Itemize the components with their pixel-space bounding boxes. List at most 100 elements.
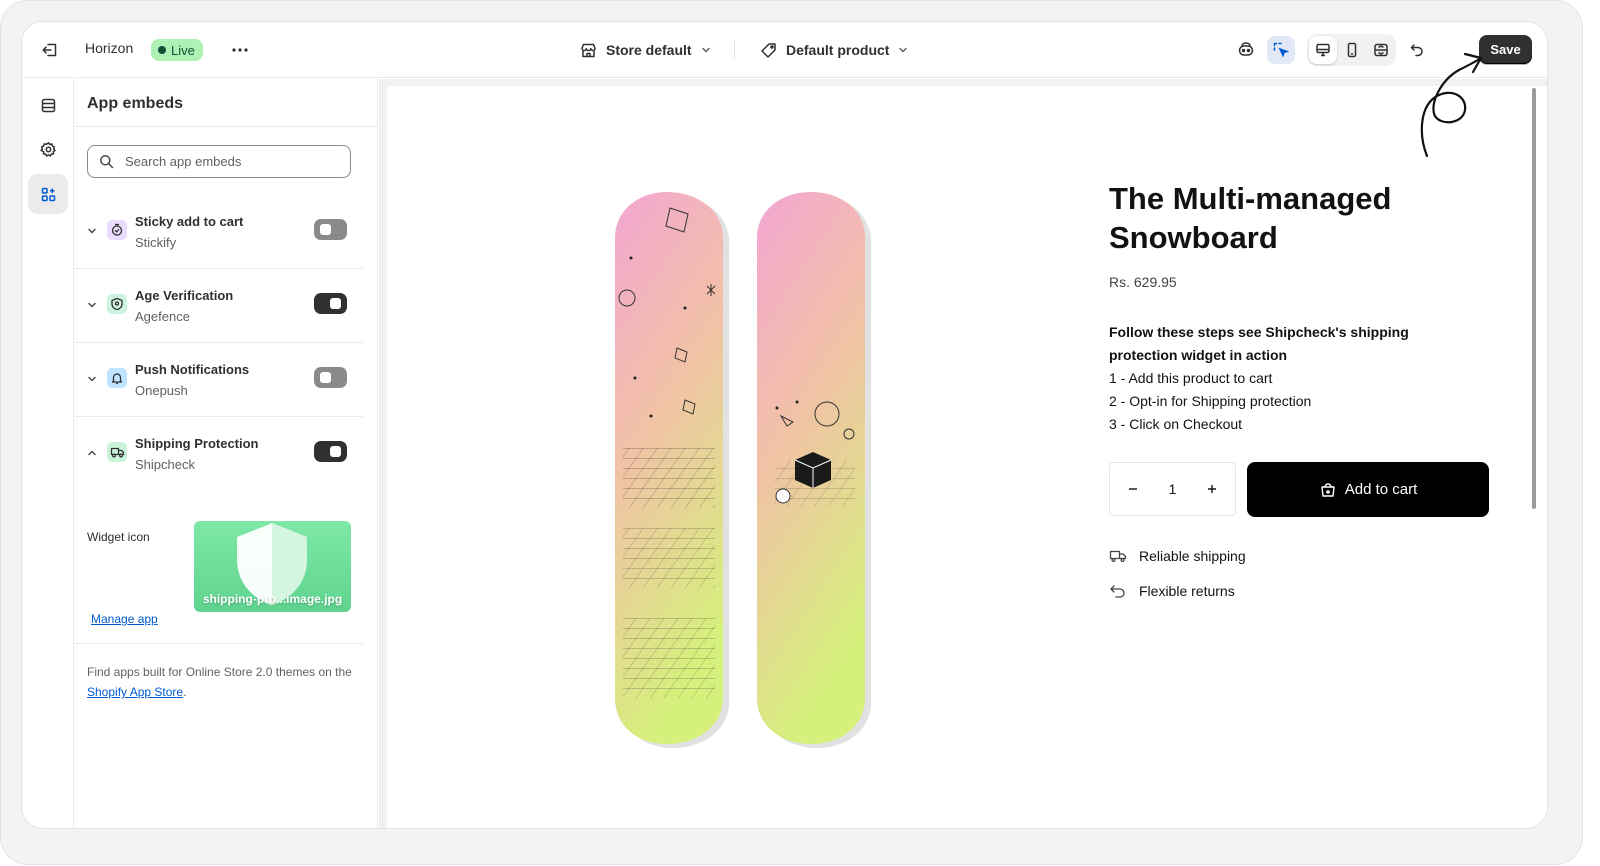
embed-row-shipping-protection[interactable]: Shipping Protection Shipcheck (74, 417, 363, 491)
embed-app-name: Shipcheck (135, 457, 195, 472)
embed-row-sticky-add-to-cart[interactable]: Sticky add to cart Stickify (74, 195, 363, 269)
store-selector[interactable]: Store default (580, 36, 721, 64)
feature-reliable-shipping: Reliable shipping (1109, 548, 1246, 564)
embed-app-name: Agefence (135, 309, 190, 324)
embed-toggle[interactable] (314, 441, 347, 462)
description-step: 1 - Add this product to cart (1109, 370, 1273, 386)
embed-name: Sticky add to cart (135, 214, 244, 229)
exit-icon (42, 43, 57, 57)
cursor-select-icon (1273, 42, 1290, 58)
panel-title: App embeds (87, 95, 184, 112)
toggle-knob (320, 372, 331, 383)
truck-icon (110, 447, 124, 458)
manage-app-link[interactable]: Manage app (91, 612, 158, 626)
quantity-stepper: 1 (1109, 462, 1236, 516)
toggle-knob (320, 224, 331, 235)
panel-header-divider (74, 126, 378, 127)
snowboard-left (615, 192, 729, 748)
embed-toggle[interactable] (314, 293, 347, 314)
chevron-down-icon[interactable] (86, 299, 98, 311)
quantity-increase-button[interactable] (1201, 478, 1223, 500)
panel-divider (74, 643, 363, 644)
mobile-icon (1347, 42, 1357, 58)
chevron-up-icon[interactable] (86, 447, 98, 459)
embed-name: Age Verification (135, 288, 234, 303)
more-horizontal-icon (232, 48, 248, 52)
add-to-cart-label: Add to cart (1344, 481, 1418, 498)
embed-row-push-notifications[interactable]: Push Notifications Onepush (74, 343, 363, 417)
toggle-knob (330, 446, 341, 457)
widget-icon-label: Widget icon (87, 530, 150, 544)
theme-editor-window: Horizon Live Store default Default produ… (21, 21, 1548, 829)
editor-nav-rail (22, 79, 74, 828)
widget-image-filename: shipping-pro...image.jpg (202, 592, 343, 606)
embed-name: Push Notifications (135, 362, 250, 377)
sections-icon (41, 98, 55, 112)
snowboard-right (757, 192, 871, 748)
toggle-knob (330, 298, 341, 309)
find-apps-suffix: . (183, 685, 187, 699)
shipcheck-app-icon (107, 442, 127, 462)
shopify-app-store-link[interactable]: Shopify App Store (87, 685, 183, 699)
exit-button[interactable] (36, 36, 64, 64)
embed-toggle[interactable] (314, 219, 347, 240)
quantity-decrease-button[interactable] (1122, 478, 1144, 500)
sidekick-icon (1238, 42, 1254, 56)
plus-icon (1207, 485, 1216, 493)
apps-icon (41, 187, 55, 201)
top-bar: Horizon Live Store default Default produ… (22, 22, 1547, 78)
return-arrow-icon (1110, 585, 1125, 598)
sidekick-button[interactable] (1232, 36, 1260, 64)
add-to-cart-button[interactable]: Add to cart (1247, 462, 1489, 517)
chevron-down-icon[interactable] (86, 225, 98, 237)
preview-scrollbar[interactable] (1532, 88, 1536, 509)
embed-name: Shipping Protection (135, 436, 259, 451)
fullscreen-view-button[interactable] (1367, 36, 1395, 64)
bell-icon (111, 373, 123, 385)
product-price: Rs. 629.95 (1109, 274, 1177, 290)
embed-row-age-verification[interactable]: Age Verification Agefence (74, 269, 363, 343)
embed-app-name: Onepush (135, 383, 188, 398)
live-status-dot (158, 46, 166, 54)
stickify-app-icon (107, 220, 127, 240)
agefence-app-icon (107, 294, 127, 314)
feature-label: Flexible returns (1139, 583, 1235, 599)
app-embeds-nav-button[interactable] (28, 174, 68, 214)
quantity-value[interactable]: 1 (1169, 481, 1177, 497)
more-actions-button[interactable] (226, 36, 254, 64)
desktop-view-button[interactable] (1309, 36, 1337, 64)
mobile-view-button[interactable] (1338, 36, 1366, 64)
widget-icon-image-picker[interactable]: shipping-pro...image.jpg (194, 521, 351, 612)
selector-divider (734, 41, 735, 59)
fullscreen-icon (1374, 43, 1388, 57)
store-icon (581, 43, 596, 57)
product-selector[interactable]: Default product (760, 36, 918, 64)
clock-badge-icon (111, 223, 123, 236)
shield-icon (111, 297, 123, 311)
annotation-arrow-icon (1420, 52, 1483, 158)
desktop-icon (1316, 43, 1330, 57)
sections-nav-button[interactable] (28, 85, 68, 125)
description-step: 3 - Click on Checkout (1109, 416, 1243, 432)
inspector-toggle-button[interactable] (1267, 36, 1295, 64)
search-input[interactable] (125, 154, 325, 169)
snowboard-product-image[interactable] (615, 188, 875, 750)
onepush-app-icon (107, 368, 127, 388)
gear-icon (39, 141, 56, 157)
chevron-down-icon (899, 47, 908, 53)
theme-settings-nav-button[interactable] (28, 129, 68, 169)
search-field[interactable] (87, 145, 351, 178)
description-heading: Follow these steps see Shipcheck's shipp… (1109, 324, 1409, 363)
product-description: Follow these steps see Shipcheck's shipp… (1109, 321, 1479, 436)
embed-toggle[interactable] (314, 367, 347, 388)
tag-icon (761, 42, 776, 58)
store-selector-label: Store default (606, 42, 692, 58)
product-title: The Multi-managed Snowboard (1109, 181, 1392, 255)
embed-app-name: Stickify (135, 235, 177, 250)
search-icon (100, 155, 114, 169)
truck-icon (1109, 550, 1127, 563)
chevron-down-icon[interactable] (86, 373, 98, 385)
find-apps-text: Find apps built for Online Store 2.0 the… (87, 665, 352, 679)
live-badge-label: Live (171, 42, 195, 58)
minus-icon (1129, 488, 1137, 490)
